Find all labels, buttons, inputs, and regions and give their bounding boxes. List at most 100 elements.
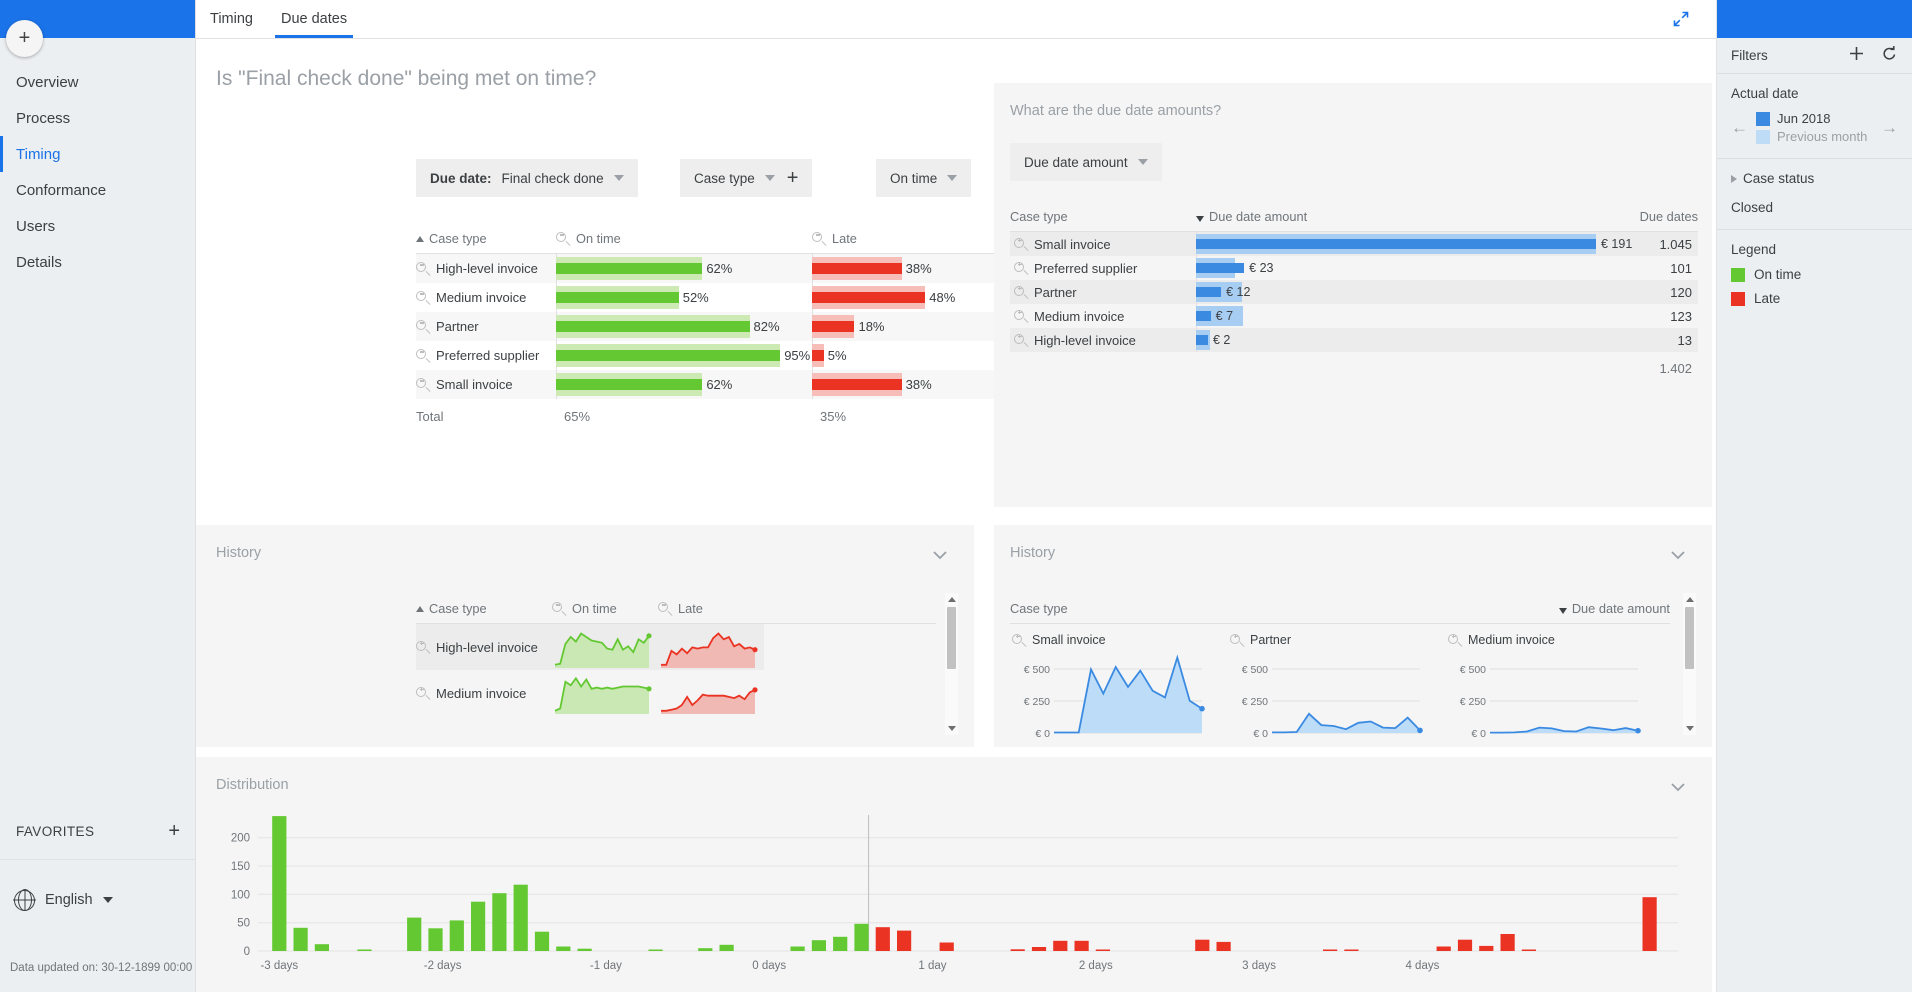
magnifier-icon[interactable]	[1012, 634, 1025, 647]
magnifier-icon[interactable]	[1014, 286, 1027, 299]
on-time-card: Is "Final check done" being met on time?…	[196, 39, 974, 507]
magnifier-icon[interactable]	[416, 687, 429, 700]
sidebar-item-timing[interactable]: Timing	[0, 136, 195, 172]
row-case-type[interactable]: Medium invoice	[416, 290, 556, 305]
column-header-on-time[interactable]: On time	[556, 231, 812, 246]
magnifier-icon[interactable]	[416, 320, 429, 333]
column-header-due-date-amount[interactable]: Due date amount	[1559, 601, 1670, 616]
distribution-bar	[1195, 940, 1209, 951]
on-time-card-title: Is "Final check done" being met on time?	[216, 67, 596, 91]
chart-label[interactable]: Small invoice	[1010, 624, 1228, 651]
sidebar-item-details[interactable]: Details	[0, 244, 195, 280]
reset-filters-icon[interactable]	[1881, 45, 1898, 67]
sidebar-item-process[interactable]: Process	[0, 100, 195, 136]
row-case-type[interactable]: Medium invoice	[416, 670, 552, 716]
row-case-type[interactable]: High-level invoice	[416, 624, 552, 670]
row-case-type[interactable]: Preferred supplier	[416, 348, 556, 363]
next-period-arrow-icon[interactable]: →	[1881, 119, 1898, 136]
row-case-type[interactable]: Preferred supplier	[1010, 261, 1196, 276]
row-case-type[interactable]: Medium invoice	[1010, 309, 1196, 324]
case-status-toggle[interactable]: Case status	[1731, 171, 1898, 186]
row-case-type[interactable]: High-level invoice	[1010, 333, 1196, 348]
scroll-up-arrow-icon[interactable]	[948, 597, 956, 602]
distribution-bar	[1501, 934, 1515, 951]
svg-text:2 days: 2 days	[1079, 960, 1113, 972]
scroll-down-arrow-icon[interactable]	[1686, 726, 1694, 731]
scroll-down-arrow-icon[interactable]	[948, 726, 956, 731]
magnifier-icon[interactable]	[416, 291, 429, 304]
add-button[interactable]: +	[6, 20, 43, 57]
magnifier-icon[interactable]	[416, 378, 429, 391]
scroll-thumb[interactable]	[1685, 607, 1694, 669]
due-date-dropdown[interactable]: Due date: Final check done	[416, 159, 638, 197]
magnifier-icon[interactable]	[416, 262, 429, 275]
table-row[interactable]: Medium invoice€ 7123	[1010, 304, 1698, 328]
distribution-bar	[428, 928, 442, 951]
svg-text:-1 day: -1 day	[590, 960, 622, 972]
table-row[interactable]: Partner€ 12120	[1010, 280, 1698, 304]
distribution-bar	[315, 944, 329, 951]
chart-label[interactable]: Medium invoice	[1446, 624, 1664, 651]
history-left-scrollbar[interactable]	[945, 593, 958, 735]
column-header-late[interactable]: Late	[658, 601, 764, 616]
column-header-case-type[interactable]: Case type	[1010, 209, 1196, 224]
sidebar-item-users[interactable]: Users	[0, 208, 195, 244]
row-case-type[interactable]: High-level invoice	[416, 261, 556, 276]
magnifier-icon[interactable]	[812, 232, 825, 245]
magnifier-icon[interactable]	[1014, 238, 1027, 251]
sidebar-item-overview[interactable]: Overview	[0, 64, 195, 100]
row-case-type[interactable]: Partner	[416, 319, 556, 334]
table-row[interactable]: Small invoice€ 1911.045	[1010, 232, 1698, 256]
magnifier-icon[interactable]	[1230, 634, 1243, 647]
row-case-type[interactable]: Partner	[1010, 285, 1196, 300]
favorites-section: FAVORITES +	[0, 804, 196, 860]
column-header-due-date-amount[interactable]: Due date amount	[1196, 209, 1616, 224]
history-right-scrollbar[interactable]	[1683, 593, 1696, 735]
magnifier-icon[interactable]	[1014, 334, 1027, 347]
favorites-add-button[interactable]: +	[168, 820, 180, 843]
table-row[interactable]: High-level invoice€ 213	[1010, 328, 1698, 352]
scroll-up-arrow-icon[interactable]	[1686, 597, 1694, 602]
magnifier-icon[interactable]	[1014, 262, 1027, 275]
collapse-chevron-icon[interactable]	[1668, 777, 1688, 797]
row-case-type[interactable]: Small invoice	[416, 377, 556, 392]
magnifier-icon[interactable]	[416, 349, 429, 362]
magnifier-icon[interactable]	[552, 602, 565, 615]
date-current-row[interactable]: Jun 2018	[1756, 111, 1867, 126]
language-selector[interactable]: English	[0, 878, 196, 922]
date-previous-row[interactable]: Previous month	[1756, 129, 1867, 144]
expand-icon[interactable]	[1672, 10, 1690, 28]
scroll-thumb[interactable]	[947, 607, 956, 669]
case-type-dropdown[interactable]: Case type +	[680, 159, 812, 197]
table-row[interactable]: Medium invoice	[416, 670, 936, 716]
row-case-type[interactable]: Small invoice	[1010, 237, 1196, 252]
dashboard-content: Is "Final check done" being met on time?…	[196, 39, 1716, 992]
add-filter-icon[interactable]	[1848, 45, 1865, 67]
sidebar-item-conformance[interactable]: Conformance	[0, 172, 195, 208]
tab-due-dates[interactable]: Due dates	[267, 0, 361, 38]
magnifier-icon[interactable]	[1014, 310, 1027, 323]
metric-dropdown[interactable]: On time	[876, 159, 971, 197]
table-row[interactable]: High-level invoice	[416, 624, 936, 670]
magnifier-icon[interactable]	[416, 641, 429, 654]
color-swatch-previous	[1756, 130, 1770, 144]
magnifier-icon[interactable]	[658, 602, 671, 615]
tab-timing[interactable]: Timing	[196, 0, 267, 38]
column-header-due-dates[interactable]: Due dates	[1616, 209, 1698, 224]
chart-label[interactable]: Partner	[1228, 624, 1446, 651]
column-header-on-time[interactable]: On time	[552, 601, 658, 616]
magnifier-icon[interactable]	[556, 232, 569, 245]
collapse-chevron-icon[interactable]	[1668, 545, 1688, 565]
case-status-value[interactable]: Closed	[1731, 200, 1898, 215]
amount-value: € 12	[1226, 280, 1250, 304]
due-date-amount-dropdown[interactable]: Due date amount	[1010, 143, 1162, 181]
column-header-case-type[interactable]: Case type	[416, 231, 556, 246]
column-header-case-type[interactable]: Case type	[416, 601, 552, 616]
table-row[interactable]: Preferred supplier€ 23101	[1010, 256, 1698, 280]
previous-period-arrow-icon[interactable]: ←	[1731, 119, 1748, 136]
amount-bar-cell: € 191	[1196, 232, 1616, 256]
collapse-chevron-icon[interactable]	[930, 545, 950, 565]
column-header-case-type[interactable]: Case type	[1010, 601, 1559, 616]
add-dimension-button[interactable]: +	[785, 168, 799, 188]
magnifier-icon[interactable]	[1448, 634, 1461, 647]
